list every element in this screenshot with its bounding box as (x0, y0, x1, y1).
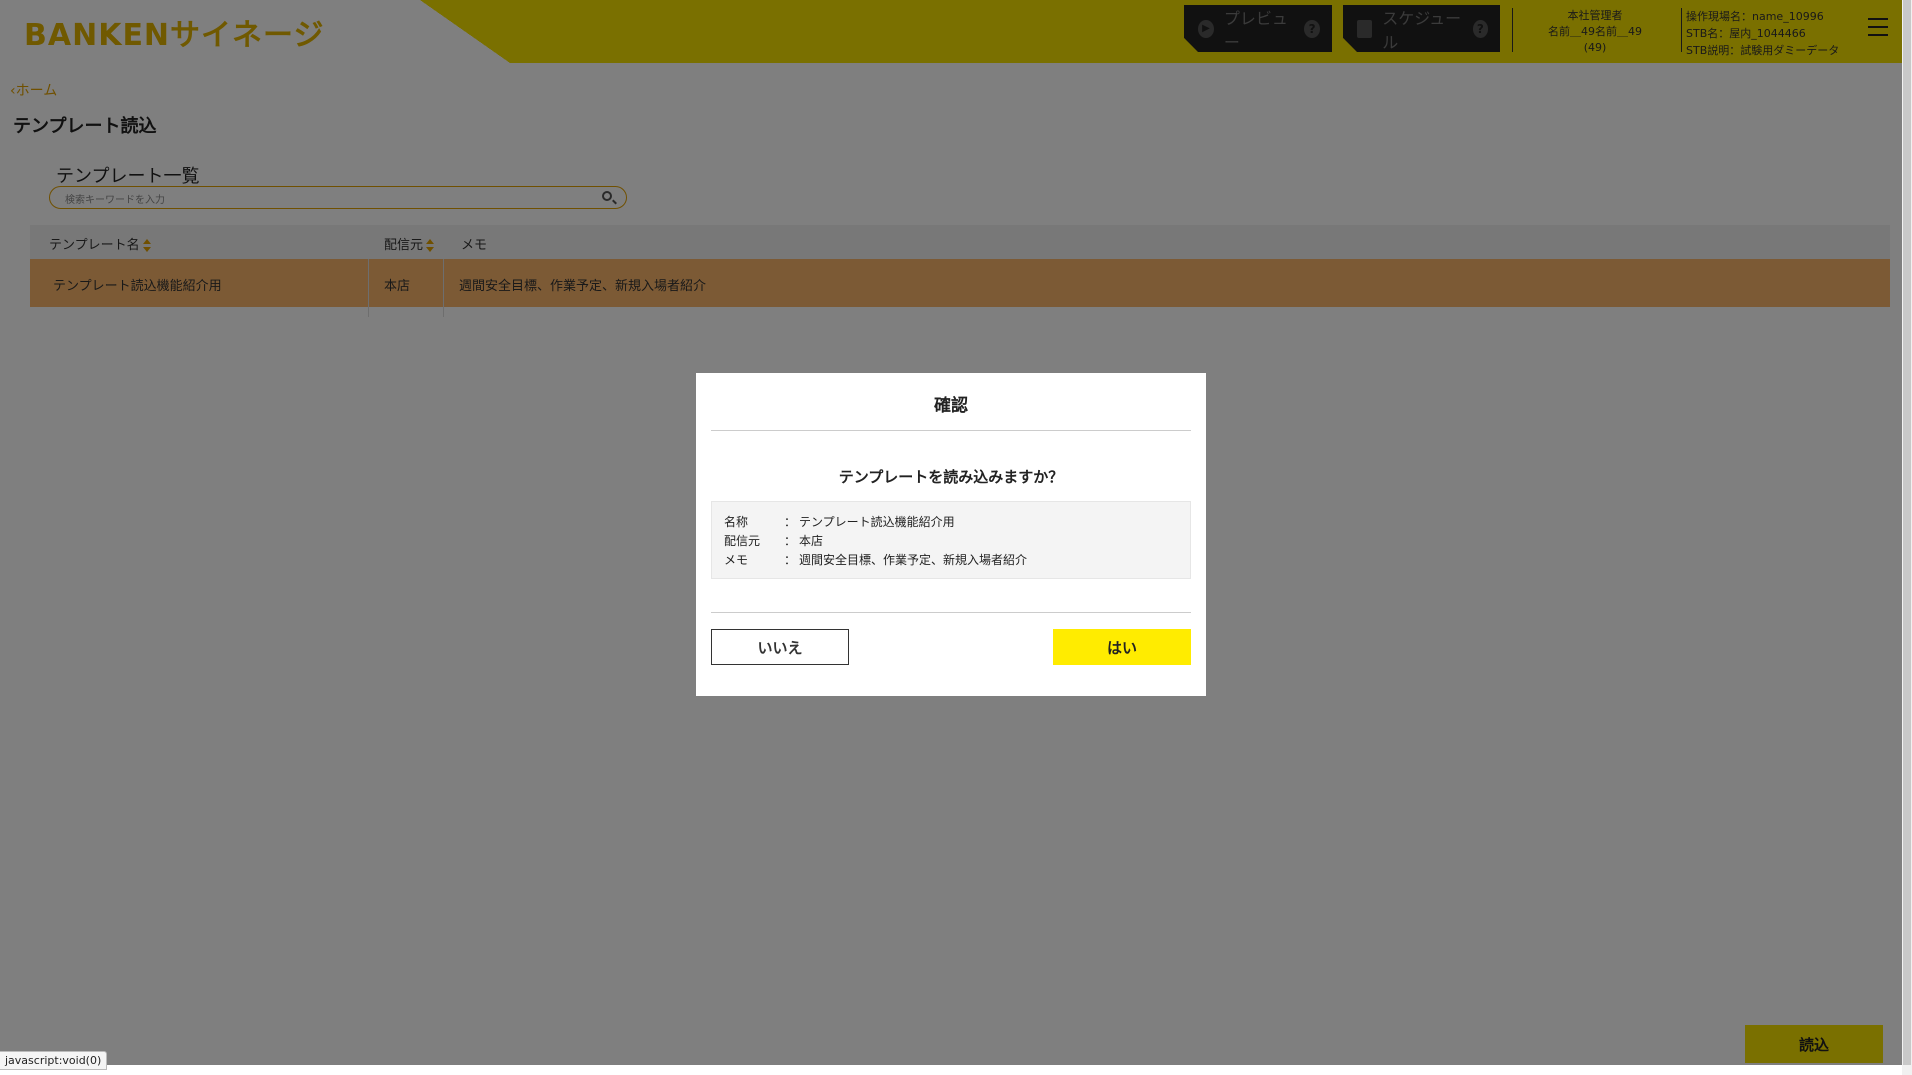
scrollbar-thumb[interactable] (1903, 0, 1911, 1065)
dialog-title: 確認 (934, 396, 968, 416)
detail-row-memo: メモ：週間安全目標、作業予定、新規入場者紹介 (724, 553, 1028, 567)
detail-row-source: 配信元：本店 (724, 534, 824, 548)
dialog-divider (711, 430, 1191, 431)
browser-status-bar: javascript:void(0) (0, 1051, 108, 1070)
no-button[interactable]: いいえ (711, 629, 849, 665)
confirm-dialog: 確認 テンプレートを読み込みますか？ 名称：テンプレート読込機能紹介用 配信元：… (696, 373, 1206, 696)
dialog-question: テンプレートを読み込みますか？ (838, 468, 1064, 486)
yes-button[interactable]: はい (1053, 629, 1191, 665)
template-details-box: 名称：テンプレート読込機能紹介用 配信元：本店 メモ：週間安全目標、作業予定、新… (711, 501, 1191, 579)
dialog-divider (711, 612, 1191, 613)
detail-row-name: 名称：テンプレート読込機能紹介用 (724, 515, 955, 529)
